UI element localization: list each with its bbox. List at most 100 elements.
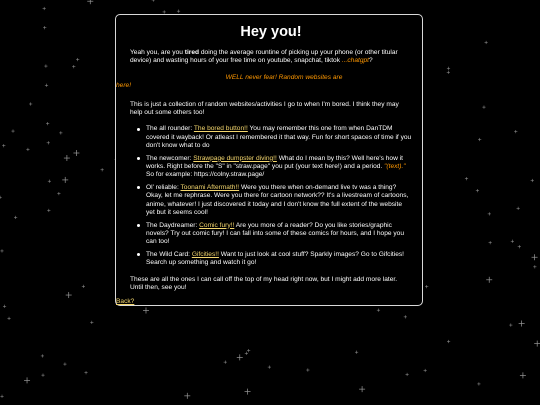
star-icon [518, 320, 525, 327]
star-icon [43, 26, 47, 30]
star-icon [59, 131, 63, 135]
list-item-comic-fury: The Daydreamer: Comic fury!! Are you mor… [137, 222, 412, 247]
star-icon [464, 177, 469, 181]
strawpage-link[interactable]: Strawpage dumpster diving!! [193, 155, 277, 162]
star-icon [40, 354, 45, 358]
star-icon [2, 144, 6, 148]
star-icon [90, 320, 94, 324]
star-icon [446, 70, 450, 74]
item-text-2: So for example: https://colny.straw.page… [146, 171, 265, 179]
star-icon [100, 168, 104, 172]
star-icon [376, 308, 381, 312]
list-item-gifcities: The Wild Card: Gifcities!! Want to just … [137, 251, 412, 268]
star-icon [29, 102, 33, 106]
star-icon [244, 388, 251, 395]
comic-fury-link[interactable]: Comic fury!! [199, 222, 234, 229]
star-icon [2, 304, 7, 308]
star-icon [531, 254, 538, 261]
star-icon [84, 371, 88, 375]
item-prefix: Ol' reliable: [146, 183, 181, 191]
intro-bold-word: tired [184, 49, 200, 56]
star-icon [0, 249, 4, 253]
star-icon [306, 368, 310, 372]
star-icon [516, 206, 520, 210]
star-icon [63, 362, 67, 366]
intro-text-1: Yeah you, are you [130, 49, 185, 56]
star-icon [26, 147, 30, 152]
star-icon [517, 245, 521, 249]
warning-line-2: here! [116, 82, 132, 90]
bored-button-link[interactable]: The bored button!! [194, 125, 248, 132]
star-icon [81, 284, 86, 288]
star-icon [519, 372, 526, 379]
item-prefix: The Daydreamer: [146, 221, 200, 229]
star-icon [46, 141, 50, 145]
star-icon [534, 340, 540, 347]
star-icon [41, 373, 45, 377]
star-icon [42, 6, 46, 11]
description-paragraph: This is just a collection of random webs… [130, 100, 399, 117]
star-icon [486, 276, 493, 283]
star-icon [7, 316, 11, 321]
star-icon [47, 179, 52, 183]
star-icon [247, 349, 251, 353]
gifcities-link[interactable]: Gifcities!! [192, 251, 219, 258]
item-prefix: The all rounder: [146, 125, 194, 133]
star-icon [0, 195, 2, 199]
star-icon [484, 40, 488, 45]
star-icon [267, 365, 271, 369]
star-icon [72, 65, 76, 69]
star-icon [63, 155, 70, 162]
star-icon [57, 192, 61, 196]
star-icon [87, 0, 94, 5]
star-icon [514, 129, 518, 134]
star-icon [151, 0, 155, 2]
item-prefix: The newcomer: [146, 154, 194, 162]
star-icon [354, 350, 359, 354]
star-icon [475, 189, 480, 193]
closing-paragraph: These are all the ones I can call off th… [130, 275, 398, 291]
star-icon [425, 285, 429, 289]
star-icon [73, 150, 80, 156]
star-icon [47, 208, 51, 213]
star-icon [223, 360, 227, 364]
star-icon [482, 105, 486, 109]
star-icon [509, 323, 513, 327]
star-icon [65, 292, 72, 299]
back-link[interactable]: Back? [116, 298, 134, 305]
star-icon [487, 212, 491, 216]
warning-text: WELL never fear! Random websites are her… [116, 74, 412, 91]
star-icon [176, 9, 181, 13]
star-icon [533, 265, 537, 269]
list-item-toonami: Ol' reliable: Toonami Aftermath!! Were y… [137, 184, 412, 218]
toonami-link[interactable]: Toonami Aftermath!! [181, 184, 240, 191]
star-icon [510, 239, 514, 243]
star-icon [11, 129, 15, 133]
star-icon [423, 368, 427, 373]
star-icon [446, 66, 451, 70]
intro-tail: ? [369, 57, 373, 65]
star-icon [46, 122, 50, 126]
star-icon [359, 386, 366, 393]
star-icon [44, 64, 48, 68]
star-icon [24, 377, 31, 384]
content-body: Hey you! Yeah you, are you tired doing t… [116, 15, 424, 300]
star-icon [44, 83, 49, 87]
list-item-strawpage: The newcomer: Strawpage dumpster diving!… [137, 155, 412, 180]
list-item-bored-button: The all rounder: The bored button!! You … [137, 125, 412, 150]
content-panel: Hey you! Yeah you, are you tired doing t… [115, 14, 423, 306]
star-icon [530, 178, 534, 183]
star-icon [403, 315, 407, 319]
intro-paragraph: Yeah you, are you tired doing the averag… [130, 49, 412, 66]
star-icon [76, 57, 80, 62]
star-icon [446, 339, 451, 344]
website-list: The all rounder: The bored button!! You … [130, 125, 412, 267]
star-icon [62, 176, 69, 183]
star-icon [488, 241, 492, 245]
page-title: Hey you! [240, 24, 302, 40]
star-icon [477, 382, 481, 386]
item-prefix: The Wild Card: [146, 250, 192, 258]
star-icon [244, 351, 248, 355]
intro-chatgpt: ...chatgpt [341, 57, 369, 65]
star-icon [236, 354, 243, 361]
